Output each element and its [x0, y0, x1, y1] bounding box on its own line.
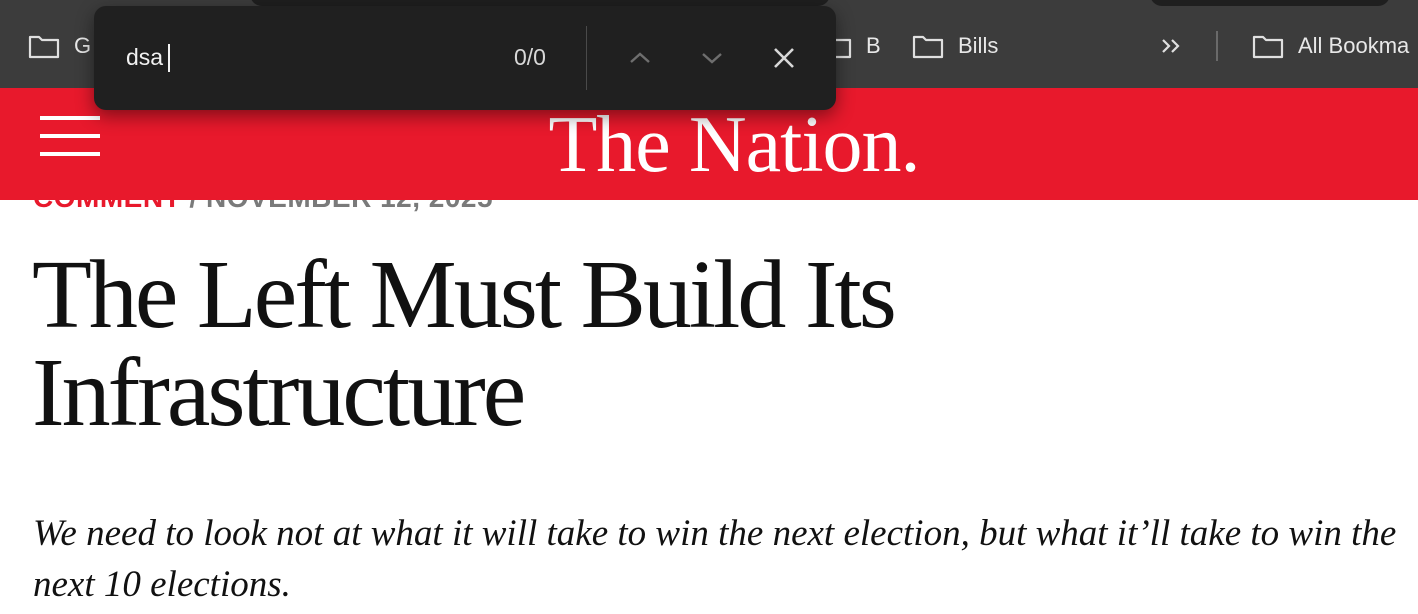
bookmark-folder-bills[interactable]: Bills [912, 30, 998, 62]
chevron-up-icon [630, 52, 650, 63]
folder-icon [28, 35, 60, 59]
bookmark-label: G [74, 33, 92, 58]
find-previous-button[interactable] [620, 38, 660, 78]
find-close-button[interactable] [764, 38, 804, 78]
bookmark-folder-g[interactable]: G [28, 30, 91, 62]
find-match-count: 0/0 [514, 44, 546, 70]
article-headline: The Left Must Build Its Infrastructure [32, 246, 1182, 442]
text-caret [168, 44, 170, 72]
bookmarks-overflow-button[interactable] [1160, 30, 1184, 62]
close-icon [774, 48, 794, 68]
double-chevron-right-icon [1162, 39, 1180, 53]
all-bookmarks-label: All Bookma [1298, 33, 1410, 58]
bookmarks-divider [1216, 31, 1218, 61]
find-bar: 0/0 [94, 6, 836, 110]
site-logo[interactable]: The Nation. [0, 100, 1418, 191]
headline-line: Infrastructure [32, 339, 526, 447]
tab-strip-edge [1150, 0, 1390, 6]
chevron-down-icon [702, 53, 722, 64]
find-bar-divider [586, 26, 587, 90]
article-dek: We need to look not at what it will take… [33, 508, 1413, 610]
all-bookmarks-button[interactable]: All Bookma [1252, 30, 1409, 62]
dek-line: next 10 elections. [33, 564, 291, 605]
find-next-button[interactable] [692, 38, 732, 78]
bookmark-label: Bills [958, 33, 999, 58]
dek-line: We need to look not at what it will take… [33, 513, 1397, 554]
folder-icon [1252, 35, 1284, 59]
folder-icon [912, 35, 944, 59]
bookmark-label: B [866, 33, 881, 58]
headline-line: The Left Must Build Its [32, 241, 897, 349]
find-input[interactable] [126, 42, 426, 72]
